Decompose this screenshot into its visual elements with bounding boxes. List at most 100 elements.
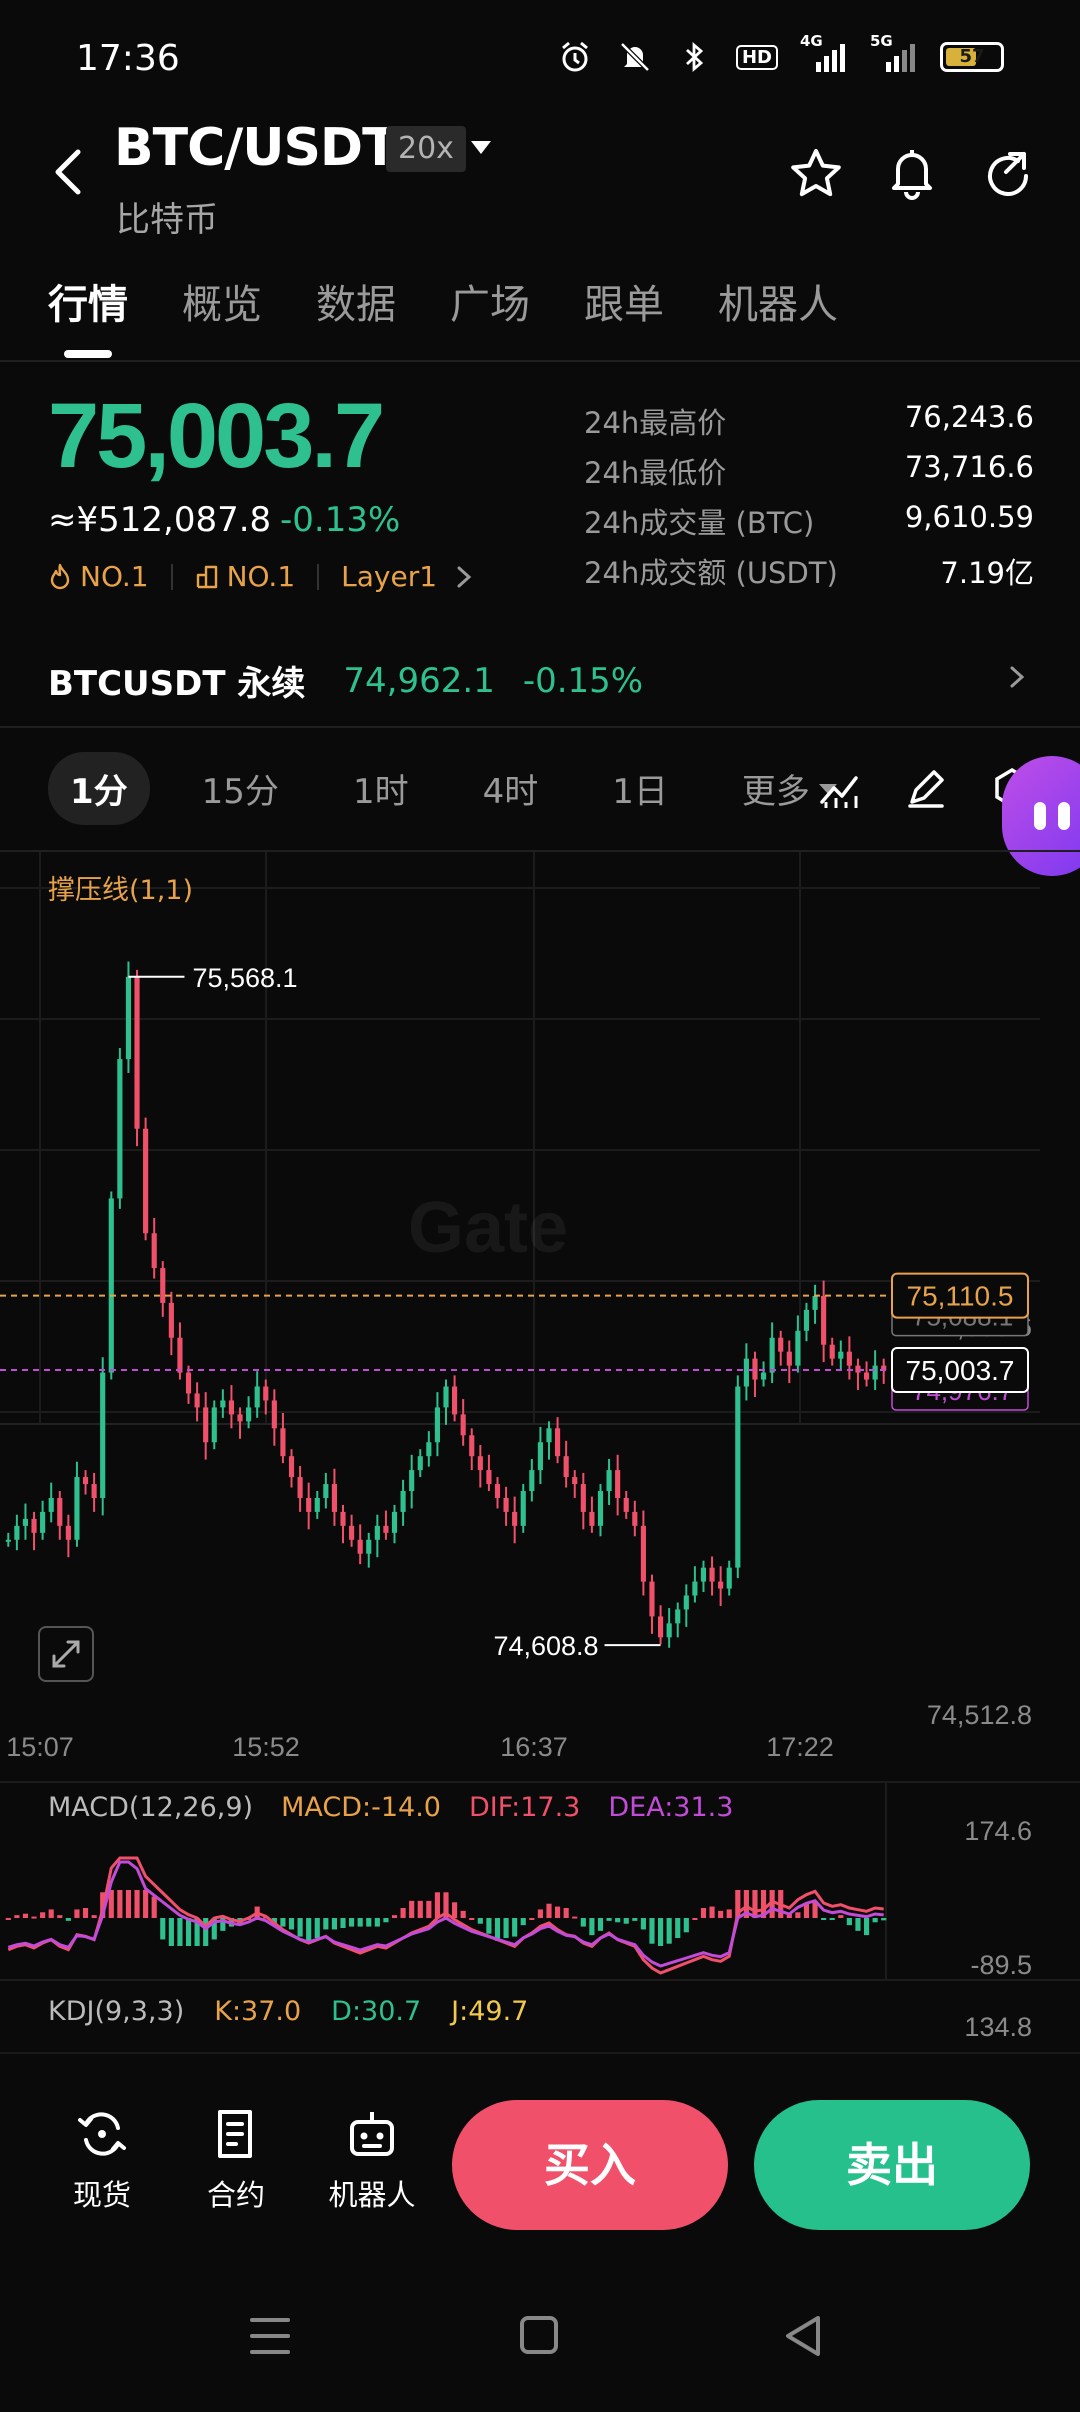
price-chart[interactable]: Gate 75,664.075,376.274,800.674,512.8 15…: [0, 852, 1080, 2052]
chevron-right-icon[interactable]: [455, 564, 473, 590]
candle-body: [872, 1365, 878, 1380]
back-button[interactable]: [44, 142, 94, 202]
candle-body: [228, 1400, 235, 1415]
candle-body: [194, 1393, 200, 1408]
menu-icon[interactable]: [250, 2318, 290, 2354]
indicators-button[interactable]: [818, 768, 862, 812]
candle-body: [486, 1470, 492, 1485]
tab-market[interactable]: 行情: [48, 272, 128, 330]
candle-body: [709, 1567, 715, 1582]
interval-1m[interactable]: 1分: [48, 752, 150, 825]
stat-value: 7.19亿: [940, 556, 1034, 590]
candle-body: [117, 1059, 123, 1199]
candle-body: [863, 1372, 870, 1380]
flame-icon: [50, 563, 70, 589]
buy-button[interactable]: 买入: [452, 2100, 728, 2230]
price-alert-button[interactable]: [884, 144, 940, 200]
macd-histogram-bar: [323, 1918, 329, 1930]
nav-bots[interactable]: 机器人: [312, 2106, 432, 2214]
tags-row[interactable]: NO.1 NO.1 Layer1: [48, 560, 473, 593]
nav-futures[interactable]: 合约: [176, 2106, 296, 2214]
candle-body: [5, 1539, 11, 1542]
main-tabs: 行情 概览 数据 广场 跟单 机器人: [48, 272, 838, 330]
candle-body: [254, 1386, 260, 1408]
candle-body: [185, 1372, 192, 1394]
chart-grid: [0, 852, 1080, 1425]
candle-body: [606, 1470, 612, 1492]
candle-body: [409, 1470, 415, 1492]
ai-eye-right: [1058, 802, 1070, 830]
tab-square[interactable]: 广场: [450, 272, 530, 330]
tab-overview[interactable]: 概览: [182, 272, 262, 330]
macd-histogram-bar: [709, 1906, 715, 1918]
home-icon[interactable]: [520, 2316, 558, 2354]
interval-1h[interactable]: 1时: [331, 752, 431, 825]
macd-histogram-bar: [177, 1918, 183, 1946]
interval-bar: 1分 15分 1时 4时 1日 更多: [48, 752, 860, 825]
macd-histogram-bar: [5, 1918, 11, 1920]
candle-body: [769, 1337, 775, 1373]
candle-body: [520, 1491, 526, 1526]
macd-histogram-bar: [391, 1915, 398, 1918]
macd-histogram-bar: [606, 1918, 612, 1921]
tag-rank-marketcap[interactable]: NO.1: [195, 560, 295, 593]
candle-body: [57, 1497, 63, 1526]
candle-body: [383, 1525, 389, 1533]
sell-button[interactable]: 卖出: [754, 2100, 1030, 2230]
leverage-badge[interactable]: 20x: [386, 126, 466, 172]
interval-4h[interactable]: 4时: [461, 752, 561, 825]
pair-title[interactable]: BTC/USDT: [114, 118, 398, 178]
macd-histogram-bar: [374, 1918, 380, 1927]
macd-histogram-bar: [134, 1890, 140, 1918]
robot-icon: [350, 2112, 394, 2156]
nav-spot[interactable]: 现货: [42, 2106, 162, 2214]
macd-histogram-bar: [803, 1903, 810, 1918]
perpetual-row[interactable]: BTCUSDT 永续 74,962.1 -0.15%: [48, 656, 643, 705]
fullscreen-button[interactable]: [38, 1626, 94, 1682]
ai-eye-left: [1034, 802, 1046, 830]
tab-copy-trading[interactable]: 跟单: [584, 272, 664, 330]
dif-value: DIF:17.3: [468, 1792, 581, 1823]
stat-row-volume: 24h成交量 (BTC) 9,610.59: [584, 500, 1034, 550]
macd-histogram-bar: [117, 1890, 123, 1918]
status-bar: 17:36 HD 4G 5G 57: [0, 0, 1080, 120]
stat-row-low: 24h最低价 73,716.6: [584, 450, 1034, 500]
interval-1d[interactable]: 1日: [590, 752, 690, 825]
candle-body: [786, 1351, 792, 1366]
caret-down-icon[interactable]: [470, 138, 492, 158]
macd-histogram-bar: [82, 1908, 89, 1918]
macd-histogram-bar: [91, 1915, 97, 1918]
interval-15m[interactable]: 15分: [180, 752, 301, 825]
macd-histogram-bar: [881, 1918, 887, 1921]
stat-label: 24h最高价: [584, 406, 727, 440]
tab-bots[interactable]: 机器人: [718, 272, 838, 330]
tag-rank-hot[interactable]: NO.1: [48, 560, 149, 593]
candle-body: [340, 1511, 346, 1526]
tab-data[interactable]: 数据: [316, 272, 396, 330]
candle-body: [14, 1525, 20, 1540]
favorite-star-button[interactable]: [788, 146, 844, 202]
back-triangle-icon[interactable]: [786, 2316, 820, 2356]
candle-body: [91, 1484, 97, 1498]
macd-histogram-bar: [357, 1918, 363, 1927]
perpetual-name: BTCUSDT 永续: [48, 664, 306, 704]
drawing-tools-button[interactable]: [904, 766, 948, 810]
support-resistance-label[interactable]: 撑压线(1,1): [48, 868, 193, 907]
candle-body: [357, 1539, 363, 1554]
share-button[interactable]: [980, 146, 1036, 202]
macd-histogram-bar: [469, 1918, 475, 1920]
candle-body: [366, 1539, 372, 1554]
macd-histogram-bar: [74, 1909, 80, 1918]
tag-category[interactable]: Layer1: [341, 560, 437, 593]
candle-body: [271, 1400, 277, 1429]
kdj-legend: KDJ(9,3,3) K:37.0 D:30.7 J:49.7: [48, 1996, 528, 2027]
candle-body: [760, 1372, 767, 1380]
candle-body: [31, 1518, 37, 1533]
macd-histogram-bar: [143, 1890, 149, 1918]
macd-histogram-bar: [692, 1918, 698, 1920]
x-axis: 15:07 15:52 16:37 17:22: [6, 1732, 834, 1762]
resistance-price-label: 75,110.5: [907, 1281, 1014, 1312]
chart-markers: 75,088.174,976.775,110.575,003.775,568.1…: [128, 963, 1029, 1661]
chevron-right-icon[interactable]: [1008, 664, 1026, 690]
candle-body: [203, 1407, 209, 1443]
